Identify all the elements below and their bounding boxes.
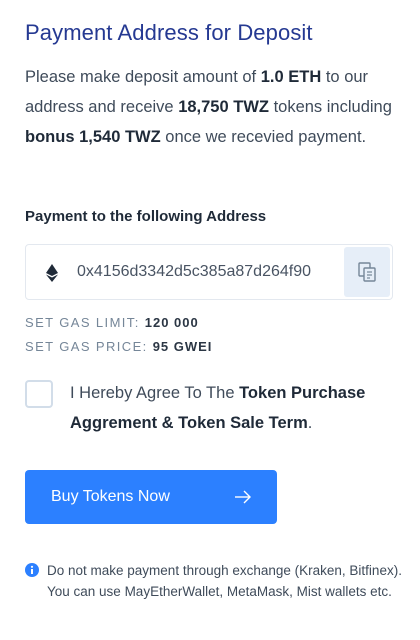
intro-text-1: Please make deposit amount of [25, 68, 261, 86]
gas-limit-value: 120 000 [144, 315, 199, 330]
agreement-suffix: . [307, 414, 313, 432]
intro-text-4: once we recevied payment. [160, 128, 367, 146]
bonus-amount: bonus 1,540 TWZ [25, 128, 161, 146]
token-amount: 18,750 TWZ [178, 98, 269, 116]
deposit-amount: 1.0 ETH [260, 68, 322, 86]
wallet-address[interactable]: 0x4156d3342d5c385a87d264f90 [77, 263, 340, 281]
copy-address-button[interactable] [344, 247, 390, 297]
agree-checkbox[interactable] [25, 380, 53, 408]
address-label: Payment to the following Address [25, 208, 267, 225]
gas-price-value: 95 GWEI [152, 339, 213, 354]
arrow-right-icon [235, 490, 251, 504]
payment-note: Do not make payment through exchange (Kr… [47, 563, 402, 599]
copy-icon [358, 262, 376, 282]
agreement-prefix: I Hereby Agree To The [70, 384, 240, 402]
buy-tokens-label: Buy Tokens Now [51, 488, 170, 505]
gas-limit-label: SET GAS LIMIT: [25, 315, 145, 330]
info-icon [25, 563, 39, 577]
ethereum-icon [46, 264, 58, 282]
deposit-panel: Payment Address for Deposit Please make … [0, 0, 420, 640]
gas-limit: SET GAS LIMIT: 120 000 [25, 315, 199, 330]
page-title: Payment Address for Deposit [25, 20, 313, 45]
intro-text-3: tokens including [268, 98, 392, 116]
gas-price-label: SET GAS PRICE: [25, 339, 153, 354]
gas-price: SET GAS PRICE: 95 GWEI [25, 339, 212, 354]
address-field[interactable]: 0x4156d3342d5c385a87d264f90 [25, 244, 393, 300]
deposit-instructions: Please make deposit amount of 1.0 ETH to… [25, 62, 400, 152]
buy-tokens-button[interactable]: Buy Tokens Now [25, 470, 277, 524]
agreement-text: I Hereby Agree To The Token Purchase Agg… [70, 378, 400, 438]
